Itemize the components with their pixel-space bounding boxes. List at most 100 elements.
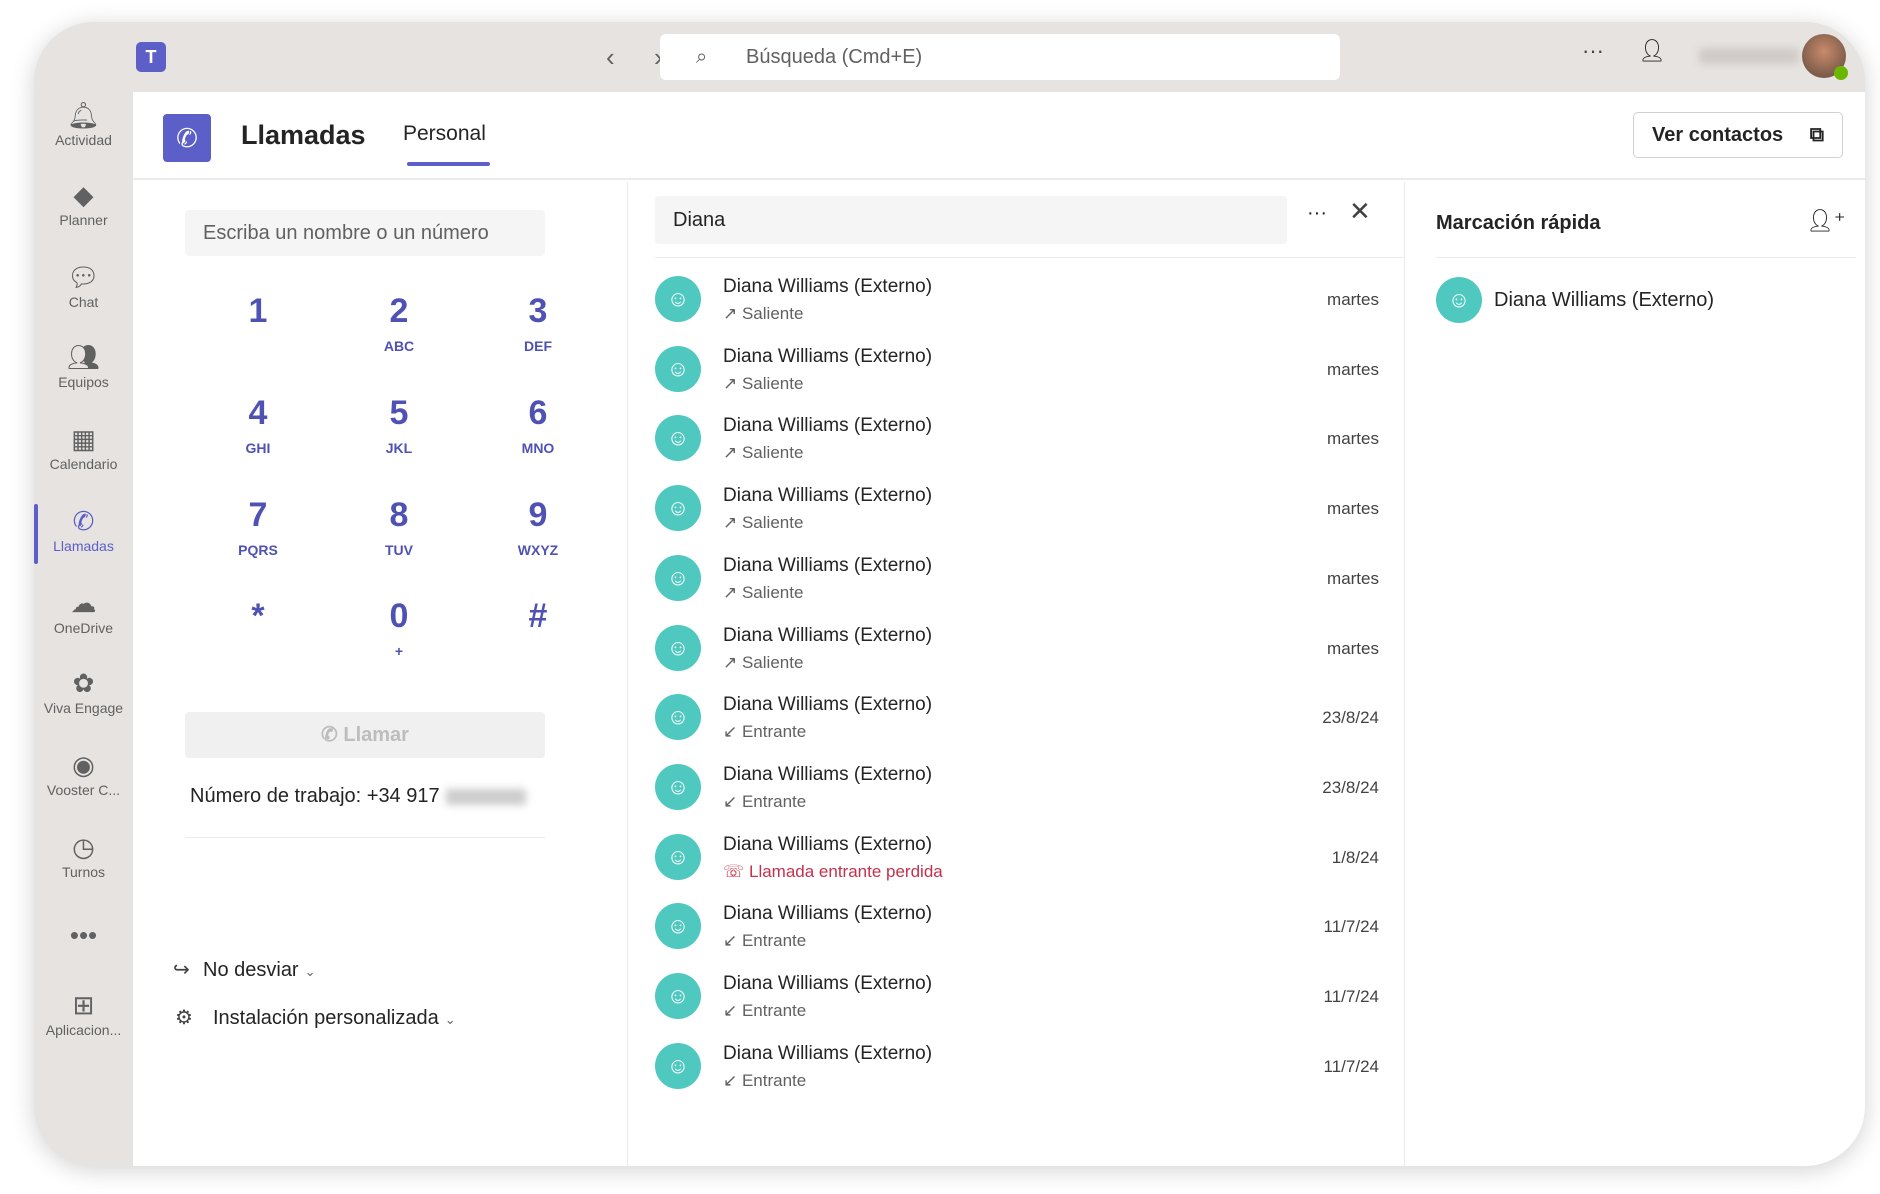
sidebar-item-label: Chat (68, 294, 99, 310)
view-contacts-button[interactable]: Ver contactos ⧉ (1633, 112, 1843, 158)
cloud-icon: ☁ (70, 588, 97, 618)
contact-name: Diana Williams (Externo) (723, 973, 933, 994)
call-label: Llamar (343, 724, 409, 746)
call-history-row[interactable]: ☺ Diana Williams (Externo) ↙ Entrante 23… (655, 684, 1379, 754)
contact-avatar-icon: ☺ (1436, 277, 1482, 323)
call-history-row[interactable]: ☺ Diana Williams (Externo) ↗ Saliente ma… (655, 475, 1379, 545)
back-button[interactable]: ‹ (606, 42, 615, 73)
call-history-row[interactable]: ☺ Diana Williams (Externo) ↗ Saliente ma… (655, 405, 1379, 475)
sidebar-item-actividad[interactable]: 🔔︎ Actividad (34, 92, 133, 166)
contact-avatar-icon: ☺ (655, 624, 701, 671)
call-history-row[interactable]: ☺ Diana Williams (Externo) ↗ Saliente ma… (655, 336, 1379, 406)
call-history-row[interactable]: ☺ Diana Williams (Externo) ↙ Entrante 11… (655, 963, 1379, 1033)
call-history-row[interactable]: ☺ Diana Williams (Externo) ↙ Entrante 23… (655, 754, 1379, 824)
contact-name: Diana Williams (Externo) (723, 1042, 933, 1064)
dialpad-key-7[interactable]: 7 PQRS (208, 496, 308, 558)
sidebar-item-label: Actividad (55, 132, 112, 148)
sidebar-item-turnos[interactable]: ◷ Turnos (34, 824, 133, 898)
dialpad-key-9[interactable]: 9 WXYZ (488, 496, 588, 558)
contact-name: Diana Williams (Externo) (723, 415, 933, 437)
call-date: martes (1327, 429, 1379, 449)
call-date: 11/7/24 (1323, 987, 1379, 1006)
work-number-text: Número de trabajo: +34 917 (190, 785, 440, 807)
setup-dropdown[interactable]: ⚙ Instalación personalizada ⌄ (175, 1005, 456, 1030)
tab-personal[interactable]: Personal (403, 122, 490, 166)
dialpad-key-3[interactable]: 3 DEF (488, 292, 588, 354)
call-status: ↗ Saliente (723, 583, 803, 603)
view-contacts-label: Ver contactos (1652, 124, 1784, 146)
speed-dial-title: Marcación rápida (1436, 212, 1601, 234)
call-date: martes (1327, 638, 1379, 658)
key-digit: 4 (248, 394, 268, 432)
key-letters: ABC (383, 338, 415, 354)
search-icon: ⌕ (696, 46, 708, 68)
call-history-row[interactable]: ☺ Diana Williams (Externo) ↙ Entrante 11… (655, 1033, 1379, 1103)
number-input[interactable]: Escriba un nombre o un número (185, 210, 545, 256)
sidebar-item-llamadas[interactable]: ✆ Llamadas (34, 498, 133, 572)
call-history-row[interactable]: ☺ Diana Williams (Externo) ↗ Saliente ma… (655, 615, 1379, 685)
dialpad-key-0[interactable]: 0 + (349, 597, 449, 659)
dialpad-key-*[interactable]: * (208, 597, 308, 643)
call-status: ↗ Saliente (723, 513, 803, 533)
call-status-text: Saliente (741, 513, 804, 533)
key-digit: 9 (528, 496, 548, 534)
contact-avatar-icon: ☺ (655, 554, 701, 601)
page-title: Llamadas (241, 120, 366, 150)
phone-icon: ✆ (72, 506, 95, 536)
sidebar-item-chat[interactable]: 💬︎ Chat (34, 254, 133, 328)
dialpad-key-#[interactable]: # (488, 597, 588, 643)
user-avatar[interactable] (1802, 34, 1848, 80)
close-filter-button[interactable]: ✕ (1349, 196, 1371, 227)
key-digit: 7 (248, 496, 268, 534)
dialpad-key-5[interactable]: 5 JKL (349, 394, 449, 456)
sidebar-item-label: Llamadas (53, 538, 114, 554)
forwarding-dropdown[interactable]: ↪ No desviar ⌄ (173, 957, 316, 982)
call-status-text: Entrante (741, 1070, 807, 1090)
sidebar-item-planner[interactable]: ◆ Planner (34, 172, 133, 246)
history-filter-input[interactable]: Diana (655, 196, 1287, 244)
sidebar-item-more[interactable]: ••• (34, 912, 133, 986)
dialpad-key-2[interactable]: 2 ABC (349, 292, 449, 354)
notification-profile-icon[interactable]: 👤︎ (1638, 38, 1666, 64)
contact-name: Diana Williams (Externo) (723, 485, 933, 507)
dialpad-key-4[interactable]: 4 GHI (208, 394, 308, 456)
more-options-button[interactable]: ··· (1307, 202, 1327, 225)
app-sidebar: 🔔︎ Actividad ◆ Planner 💬︎ Chat 👥︎ Equipos ▦ Calen… (34, 92, 133, 1166)
add-contact-button[interactable]: 👤︎⁺ (1806, 208, 1846, 234)
dialpad-key-8[interactable]: 8 TUV (349, 496, 449, 558)
call-history-row[interactable]: ☺ Diana Williams (Externo) ☏ Llamada ent… (655, 824, 1379, 894)
contact-avatar-icon: ☺ (655, 903, 701, 950)
key-digit: * (251, 597, 265, 635)
dialpad-key-6[interactable]: 6 MNO (488, 394, 588, 456)
chevron-down-icon: ⌄ (444, 1012, 456, 1027)
key-letters: WXYZ (517, 542, 559, 558)
contact-name: Diana Williams (Externo) (723, 833, 933, 855)
sidebar-item-viva-engage[interactable]: ✿ Viva Engage (34, 660, 133, 734)
divider (655, 257, 1405, 258)
dialpad-panel: Escriba un nombre o un número 1 2 ABC 3 DEF 4… (133, 182, 628, 1166)
call-outgoing-icon: ↗ (723, 373, 742, 393)
call-outgoing-icon: ↗ (723, 304, 742, 323)
sidebar-item-vooster-c-[interactable]: ◉ Vooster C... (34, 742, 133, 816)
call-history-row[interactable]: ☺ Diana Williams (Externo) ↗ Saliente ma… (655, 545, 1379, 615)
add-app-icon: ⊞ (72, 990, 95, 1020)
call-history-row[interactable]: ☺ Diana Williams (Externo) ↗ Saliente ma… (655, 266, 1379, 336)
call-forward-icon: ↪ (173, 959, 190, 981)
call-button[interactable]: ✆ Llamar (185, 712, 545, 758)
sidebar-item-aplicacion-[interactable]: ⊞ Aplicacion... (34, 982, 133, 1056)
sidebar-item-calendario[interactable]: ▦ Calendario (34, 416, 133, 490)
more-options-button[interactable]: ··· (1582, 38, 1604, 64)
contact-name: Diana Williams (Externo) (723, 903, 933, 925)
search-input[interactable]: ⌕ Búsqueda (Cmd+E) (660, 34, 1340, 80)
call-status: ↗ Saliente (723, 653, 803, 673)
call-date: martes (1327, 290, 1379, 309)
sidebar-item-onedrive[interactable]: ☁ OneDrive (34, 580, 133, 654)
call-status: ↗ Saliente (723, 443, 803, 463)
sidebar-item-equipos[interactable]: 👥︎ Equipos (34, 334, 133, 408)
call-status: ↙ Entrante (723, 1001, 806, 1021)
redacted-number (445, 788, 526, 805)
dialpad-key-1[interactable]: 1 (208, 292, 308, 338)
sidebar-item-label: Calendario (49, 456, 118, 472)
call-incoming-icon: ↙ (723, 722, 742, 742)
call-history-row[interactable]: ☺ Diana Williams (Externo) ↙ Entrante 11… (655, 893, 1379, 963)
